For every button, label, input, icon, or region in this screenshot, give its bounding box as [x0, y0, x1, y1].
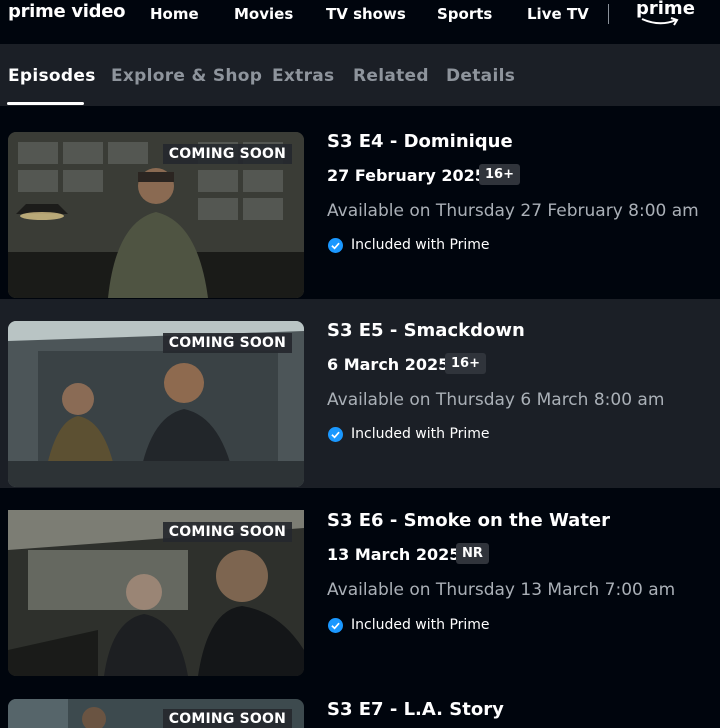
top-nav: prime video Home Movies TV shows Sports …: [0, 0, 720, 44]
episode-thumbnail[interactable]: COMING SOON: [8, 321, 304, 487]
episode-title[interactable]: S3 E7 - L.A. Story: [327, 699, 504, 720]
tab-explore-shop[interactable]: Explore & Shop: [111, 66, 262, 86]
check-circle-icon: [328, 618, 343, 633]
tab-details[interactable]: Details: [446, 66, 515, 86]
coming-soon-badge: COMING SOON: [162, 522, 292, 542]
nav-home[interactable]: Home: [150, 5, 199, 23]
check-circle-icon: [328, 427, 343, 442]
nav-movies[interactable]: Movies: [234, 5, 293, 23]
included-with-prime-label: Included with Prime: [351, 617, 490, 633]
episode-thumbnail[interactable]: COMING SOON: [8, 699, 304, 728]
episode-thumbnail[interactable]: COMING SOON: [8, 132, 304, 298]
episode-title[interactable]: S3 E5 - Smackdown: [327, 320, 525, 341]
active-tab-indicator: [7, 102, 84, 105]
episode-row[interactable]: COMING SOON S3 E7 - L.A. Story: [0, 677, 720, 728]
episode-thumbnail[interactable]: COMING SOON: [8, 510, 304, 676]
episode-row[interactable]: COMING SOON S3 E5 - Smackdown 6 March 20…: [0, 299, 720, 488]
availability-text: Available on Thursday 27 February 8:00 a…: [327, 201, 699, 221]
coming-soon-badge: COMING SOON: [162, 144, 292, 164]
availability-text: Available on Thursday 13 March 7:00 am: [327, 580, 676, 600]
prime-smile-icon: [641, 17, 679, 26]
tab-related[interactable]: Related: [353, 66, 429, 86]
nav-tv-shows[interactable]: TV shows: [326, 5, 406, 23]
tab-episodes[interactable]: Episodes: [8, 66, 96, 86]
episode-date: 27 February 2025: [327, 166, 486, 185]
episode-row[interactable]: COMING SOON S3 E4 - Dominique 27 Februar…: [0, 110, 720, 299]
nav-divider: [608, 4, 609, 24]
included-with-prime-label: Included with Prime: [351, 237, 490, 253]
maturity-rating-badge: 16+: [479, 164, 520, 185]
coming-soon-badge: COMING SOON: [162, 333, 292, 353]
maturity-rating-badge: NR: [456, 543, 489, 564]
availability-text: Available on Thursday 6 March 8:00 am: [327, 390, 665, 410]
prime-video-logo[interactable]: prime video: [8, 1, 126, 22]
coming-soon-badge: COMING SOON: [162, 709, 292, 728]
nav-sports[interactable]: Sports: [437, 5, 492, 23]
maturity-rating-badge: 16+: [445, 353, 486, 374]
tab-extras[interactable]: Extras: [272, 66, 334, 86]
episode-title[interactable]: S3 E6 - Smoke on the Water: [327, 510, 610, 531]
episode-title[interactable]: S3 E4 - Dominique: [327, 131, 513, 152]
nav-live-tv[interactable]: Live TV: [527, 5, 589, 23]
detail-tabs: Episodes Explore & Shop Extras Related D…: [0, 44, 720, 106]
episode-date: 6 March 2025: [327, 355, 450, 374]
included-with-prime-label: Included with Prime: [351, 426, 490, 442]
check-circle-icon: [328, 238, 343, 253]
episode-row[interactable]: COMING SOON S3 E6 - Smoke on the Water 1…: [0, 488, 720, 677]
episode-date: 13 March 2025: [327, 545, 461, 564]
